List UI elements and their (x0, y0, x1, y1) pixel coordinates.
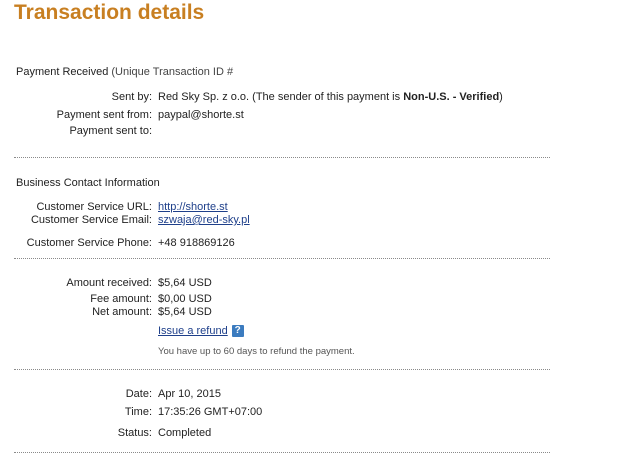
divider (14, 258, 550, 259)
sender-name: Red Sky Sp. z o.o. (158, 91, 250, 103)
page-title: Transaction details (14, 1, 205, 24)
status-label: Status: (117, 427, 152, 439)
sender-note-pre: (The sender of this payment is (252, 91, 401, 103)
payment-heading-label: Payment Received (16, 66, 109, 78)
time-value: 17:35:26 GMT+07:00 (158, 406, 263, 418)
issue-refund-link[interactable]: Issue a refund (158, 325, 228, 337)
cs-phone-value: +48 918869126 (158, 237, 235, 249)
divider (14, 369, 550, 370)
net-amount-value: $5,64 USD (158, 306, 212, 318)
cs-email-label: Customer Service Email: (30, 214, 152, 226)
status-value: Completed (158, 427, 212, 439)
divider (14, 452, 550, 453)
payment-heading: Payment Received (Unique Transaction ID … (16, 66, 233, 78)
cs-url-label: Customer Service URL: (36, 201, 152, 213)
sent-from-label: Payment sent from: (56, 109, 152, 121)
help-icon[interactable]: ? (231, 325, 244, 338)
time-label: Time: (124, 406, 152, 418)
amount-received-label: Amount received: (66, 277, 152, 289)
amount-received-value: $5,64 USD (158, 277, 212, 289)
fee-amount-value: $0,00 USD (158, 293, 212, 305)
transaction-id-label: (Unique Transaction ID # (111, 66, 234, 78)
refund-row: Issue a refund? (158, 325, 244, 338)
refund-note: You have up to 60 days to refund the pay… (158, 346, 355, 357)
date-value: Apr 10, 2015 (158, 388, 221, 400)
divider (14, 157, 550, 158)
sent-to-label: Payment sent to: (69, 125, 152, 137)
cs-phone-label: Customer Service Phone: (26, 237, 152, 249)
business-heading: Business Contact Information (16, 177, 160, 189)
sent-from-value: paypal@shorte.st (158, 109, 244, 121)
net-amount-label: Net amount: (92, 306, 152, 318)
sender-note-post: ) (499, 91, 503, 103)
sent-by-label: Sent by: (111, 91, 152, 103)
sent-by-value: Red Sky Sp. z o.o. (The sender of this p… (158, 91, 503, 103)
date-label: Date: (125, 388, 152, 400)
cs-url-link[interactable]: http://shorte.st (158, 201, 228, 213)
sender-status: Non-U.S. - Verified (403, 91, 500, 103)
fee-amount-label: Fee amount: (90, 293, 152, 305)
cs-email-link[interactable]: szwaja@red-sky.pl (158, 214, 250, 226)
